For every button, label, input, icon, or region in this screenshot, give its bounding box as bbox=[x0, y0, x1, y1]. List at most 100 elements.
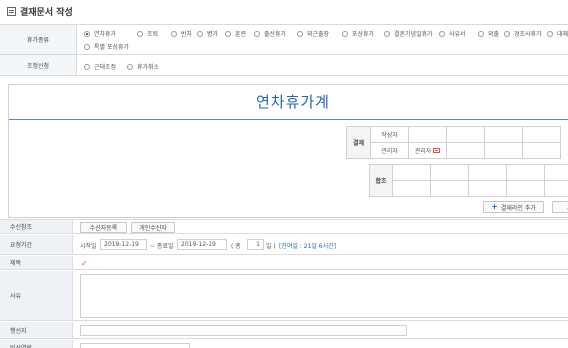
cooperation-table: 합조 bbox=[368, 164, 568, 197]
plus-icon: + bbox=[491, 202, 498, 211]
radio-label: 사유서 bbox=[449, 31, 466, 38]
radio-half-day[interactable]: 반차 bbox=[171, 29, 192, 38]
coop-slot bbox=[392, 180, 432, 197]
approval-slot bbox=[446, 142, 485, 159]
radio-label: 근태조정 bbox=[94, 64, 117, 71]
approval-header-cell bbox=[484, 126, 523, 143]
start-label: 시작일 bbox=[80, 243, 97, 250]
leave-type-label: 휴가종류 bbox=[0, 25, 77, 54]
end-date-input[interactable]: 2019-12-19 bbox=[177, 239, 227, 250]
radio-icon bbox=[547, 30, 553, 37]
radio-sick-leave[interactable]: 병가 bbox=[197, 29, 218, 38]
radio-icon bbox=[342, 30, 348, 37]
approval-head: 결재 bbox=[346, 126, 371, 159]
days-input[interactable]: 1 bbox=[247, 239, 264, 250]
reason-content bbox=[73, 271, 568, 320]
radio-label: 특별 포상휴가 bbox=[94, 44, 130, 51]
radio-annual-leave[interactable]: 연차휴가 bbox=[84, 29, 116, 38]
radio-label: 결혼기념일휴가 bbox=[394, 31, 433, 38]
radio-statement[interactable]: 사유서 bbox=[439, 29, 466, 38]
radio-icon bbox=[478, 30, 484, 37]
radio-icon bbox=[84, 63, 90, 70]
radio-label: 조퇴 bbox=[147, 31, 159, 38]
end-label: ~ 종료일 bbox=[150, 243, 174, 250]
remove-icon[interactable] bbox=[433, 148, 441, 153]
radio-icon bbox=[171, 30, 177, 37]
adjust-label: 조정신청 bbox=[0, 55, 77, 75]
approver-role: 관리자 bbox=[414, 148, 432, 155]
approval-table: 결재 작성자 관리자 관리자 bbox=[346, 126, 561, 159]
emergency-row: 비상연락 bbox=[0, 340, 568, 348]
radio-training[interactable]: 훈련 bbox=[225, 29, 246, 38]
reason-row: 사유 bbox=[0, 271, 568, 321]
secondary-button[interactable]: 개 bbox=[552, 201, 568, 213]
radio-early-leave[interactable]: 조퇴 bbox=[137, 29, 158, 38]
coop-slot bbox=[430, 164, 470, 181]
radio-special-reward[interactable]: 특별 포상휴가 bbox=[84, 42, 129, 51]
radio-reward-leave[interactable]: 포상휴가 bbox=[342, 29, 374, 38]
period-content: 시작일 2019-12-19 ~ 종료일 2019-12-19 ( 총 1 일 … bbox=[73, 235, 568, 254]
destination-input[interactable] bbox=[80, 325, 407, 336]
subject-row: 제목 ✓ bbox=[0, 256, 568, 270]
approval-header-cell bbox=[408, 126, 447, 143]
radio-maternity[interactable]: 출산휴가 bbox=[254, 29, 286, 38]
destination-label: 행선지 bbox=[0, 322, 73, 338]
approver-slot[interactable]: 관리자 bbox=[408, 142, 447, 159]
coop-slot bbox=[430, 180, 470, 197]
approval-header-cell bbox=[522, 126, 561, 143]
author-header: 작성자 bbox=[370, 126, 409, 143]
radio-label: 포상휴가 bbox=[352, 31, 375, 38]
radio-icon bbox=[137, 30, 143, 37]
adjust-row: 조정신청 근태조정 휴가취소 bbox=[0, 55, 568, 76]
title-divider bbox=[9, 119, 568, 120]
leave-type-row: 휴가종류 연차휴가 조퇴 반차 병가 훈련 출산휴가 외근출장 포상휴가 결혼기… bbox=[0, 25, 568, 55]
radio-icon bbox=[84, 43, 90, 50]
radio-business-trip[interactable]: 외근출장 bbox=[297, 29, 329, 38]
document-title: 연차휴가계 bbox=[255, 93, 330, 111]
recipient-content: 수신자등록 개인수신자 bbox=[73, 220, 568, 233]
radio-outing[interactable]: 외출 bbox=[478, 29, 499, 38]
approval-slot bbox=[522, 142, 561, 159]
register-recipient-button[interactable]: 수신자등록 bbox=[80, 222, 127, 233]
coop-slot bbox=[543, 164, 568, 181]
radio-icon bbox=[439, 30, 445, 37]
subject-content: ✓ bbox=[73, 256, 568, 269]
coop-slot bbox=[468, 180, 507, 197]
reason-textarea[interactable] bbox=[80, 274, 568, 318]
coop-slot bbox=[392, 164, 432, 181]
approval-slot bbox=[484, 142, 523, 159]
radio-label: 훈련 bbox=[235, 31, 247, 38]
radio-anniversary-leave[interactable]: 결혼기념일휴가 bbox=[384, 29, 433, 38]
total-open: ( 총 bbox=[231, 243, 241, 250]
document-panel: 연차휴가계 결재 작성자 관리자 관리자 합조 + 결재라인 추가 bbox=[8, 84, 568, 218]
button-label: 결재라인 추가 bbox=[500, 204, 536, 212]
radio-selected-icon bbox=[84, 30, 90, 37]
document-icon bbox=[7, 7, 16, 16]
radio-label: 연차휴가 bbox=[94, 31, 117, 38]
radio-family-event[interactable]: 경조사휴가 bbox=[504, 29, 542, 38]
radio-attendance-adjust[interactable]: 근태조정 bbox=[84, 62, 116, 71]
radio-label: 대체휴 bbox=[557, 31, 568, 38]
emergency-input[interactable] bbox=[80, 343, 190, 348]
recipient-label: 수신참조 bbox=[0, 220, 73, 233]
radio-icon bbox=[504, 30, 510, 37]
radio-icon bbox=[384, 30, 390, 37]
destination-content bbox=[73, 322, 568, 338]
subject-label: 제목 bbox=[0, 256, 73, 269]
radio-leave-cancel[interactable]: 휴가취소 bbox=[127, 62, 159, 71]
personal-recipient-button[interactable]: 개인수신자 bbox=[131, 222, 175, 233]
radio-substitute[interactable]: 대체휴 bbox=[547, 29, 568, 38]
radio-icon bbox=[225, 30, 231, 37]
period-label: 요청기간 bbox=[0, 235, 73, 254]
radio-icon bbox=[127, 63, 133, 70]
coop-slot bbox=[506, 164, 545, 181]
coop-slot bbox=[468, 164, 507, 181]
start-date-input[interactable]: 2019-12-19 bbox=[100, 239, 147, 250]
radio-icon bbox=[254, 30, 260, 37]
add-approval-line-button[interactable]: + 결재라인 추가 bbox=[483, 201, 544, 213]
days-unit: 일 ) bbox=[266, 243, 276, 250]
emergency-label: 비상연락 bbox=[0, 340, 73, 348]
radio-label: 반차 bbox=[181, 31, 193, 38]
radio-label: 휴가취소 bbox=[137, 64, 160, 71]
reason-label: 사유 bbox=[0, 271, 73, 320]
